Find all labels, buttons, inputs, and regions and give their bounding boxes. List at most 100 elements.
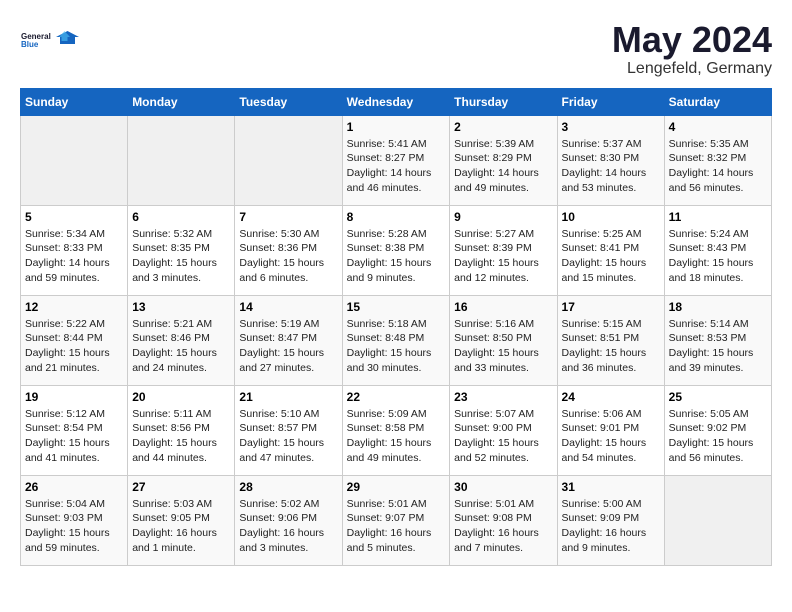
- day-number: 18: [669, 300, 767, 314]
- calendar-cell: 2 Sunrise: 5:39 AMSunset: 8:29 PMDaylight…: [450, 115, 557, 205]
- day-number: 16: [454, 300, 552, 314]
- logo-svg: General Blue: [20, 20, 80, 60]
- week-row-5: 26Sunrise: 5:04 AMSunset: 9:03 PMDayligh…: [21, 475, 772, 565]
- calendar-cell: 5 Sunrise: 5:34 AMSunset: 8:33 PMDaylight…: [21, 205, 128, 295]
- header-row: SundayMondayTuesdayWednesdayThursdayFrid…: [21, 88, 772, 115]
- calendar-table: SundayMondayTuesdayWednesdayThursdayFrid…: [20, 88, 772, 566]
- day-info: Sunrise: 5:21 AMSunset: 8:46 PMDaylight:…: [132, 317, 230, 376]
- day-info: Sunrise: 5:12 AMSunset: 8:54 PMDaylight:…: [25, 407, 123, 466]
- calendar-cell: 14Sunrise: 5:19 AMSunset: 8:47 PMDayligh…: [235, 295, 342, 385]
- logo: General Blue: [20, 20, 80, 60]
- calendar-cell: 29 Sunrise: 5:01 AMSunset: 9:07 PMDayligh…: [342, 475, 450, 565]
- day-number: 30: [454, 480, 552, 494]
- day-info: Sunrise: 5:18 AMSunset: 8:48 PMDaylight:…: [347, 317, 446, 376]
- day-number: 14: [239, 300, 337, 314]
- calendar-cell: 23Sunrise: 5:07 AMSunset: 9:00 PMDayligh…: [450, 385, 557, 475]
- day-info: Sunrise: 5:28 AMSunset: 8:38 PMDaylight:…: [347, 227, 446, 286]
- day-info: Sunrise: 5:03 AMSunset: 9:05 PMDaylight:…: [132, 497, 230, 556]
- day-number: 31: [562, 480, 660, 494]
- day-info: Sunrise: 5:41 AMSunset: 8:27 PMDaylight:…: [347, 137, 446, 196]
- calendar-cell: 1 Sunrise: 5:41 AMSunset: 8:27 PMDaylight…: [342, 115, 450, 205]
- day-number: 27: [132, 480, 230, 494]
- day-number: 21: [239, 390, 337, 404]
- calendar-cell: 13 Sunrise: 5:21 AMSunset: 8:46 PMDayligh…: [128, 295, 235, 385]
- day-number: 2: [454, 120, 552, 134]
- month-title: May 2024: [612, 20, 772, 60]
- day-info: Sunrise: 5:04 AMSunset: 9:03 PMDaylight:…: [25, 497, 123, 556]
- calendar-cell: 16 Sunrise: 5:16 AMSunset: 8:50 PMDayligh…: [450, 295, 557, 385]
- day-number: 3: [562, 120, 660, 134]
- day-number: 17: [562, 300, 660, 314]
- day-info: Sunrise: 5:02 AMSunset: 9:06 PMDaylight:…: [239, 497, 337, 556]
- day-info: Sunrise: 5:32 AMSunset: 8:35 PMDaylight:…: [132, 227, 230, 286]
- calendar-cell: 20Sunrise: 5:11 AMSunset: 8:56 PMDayligh…: [128, 385, 235, 475]
- calendar-cell: 21 Sunrise: 5:10 AMSunset: 8:57 PMDayligh…: [235, 385, 342, 475]
- day-number: 15: [347, 300, 446, 314]
- day-number: 10: [562, 210, 660, 224]
- title-block: May 2024 Lengefeld, Germany: [612, 20, 772, 78]
- day-info: Sunrise: 5:34 AMSunset: 8:33 PMDaylight:…: [25, 227, 123, 286]
- header-monday: Monday: [128, 88, 235, 115]
- header-saturday: Saturday: [664, 88, 771, 115]
- calendar-cell: 26Sunrise: 5:04 AMSunset: 9:03 PMDayligh…: [21, 475, 128, 565]
- calendar-cell: 22Sunrise: 5:09 AMSunset: 8:58 PMDayligh…: [342, 385, 450, 475]
- calendar-cell: 30 Sunrise: 5:01 AMSunset: 9:08 PMDayligh…: [450, 475, 557, 565]
- day-info: Sunrise: 5:37 AMSunset: 8:30 PMDaylight:…: [562, 137, 660, 196]
- day-info: Sunrise: 5:16 AMSunset: 8:50 PMDaylight:…: [454, 317, 552, 376]
- day-number: 24: [562, 390, 660, 404]
- calendar-cell: 4 Sunrise: 5:35 AMSunset: 8:32 PMDaylight…: [664, 115, 771, 205]
- calendar-cell: 3 Sunrise: 5:37 AMSunset: 8:30 PMDaylight…: [557, 115, 664, 205]
- day-info: Sunrise: 5:35 AMSunset: 8:32 PMDaylight:…: [669, 137, 767, 196]
- calendar-cell: 8 Sunrise: 5:28 AMSunset: 8:38 PMDaylight…: [342, 205, 450, 295]
- calendar-cell: 9Sunrise: 5:27 AMSunset: 8:39 PMDaylight…: [450, 205, 557, 295]
- day-number: 6: [132, 210, 230, 224]
- day-info: Sunrise: 5:01 AMSunset: 9:08 PMDaylight:…: [454, 497, 552, 556]
- calendar-cell: 28 Sunrise: 5:02 AMSunset: 9:06 PMDayligh…: [235, 475, 342, 565]
- calendar-cell: [664, 475, 771, 565]
- day-number: 4: [669, 120, 767, 134]
- calendar-cell: 24Sunrise: 5:06 AMSunset: 9:01 PMDayligh…: [557, 385, 664, 475]
- calendar-cell: 11 Sunrise: 5:24 AMSunset: 8:43 PMDayligh…: [664, 205, 771, 295]
- svg-text:Blue: Blue: [21, 40, 39, 49]
- week-row-1: 1 Sunrise: 5:41 AMSunset: 8:27 PMDaylight…: [21, 115, 772, 205]
- day-info: Sunrise: 5:24 AMSunset: 8:43 PMDaylight:…: [669, 227, 767, 286]
- calendar-cell: [21, 115, 128, 205]
- header-tuesday: Tuesday: [235, 88, 342, 115]
- week-row-4: 19 Sunrise: 5:12 AMSunset: 8:54 PMDayligh…: [21, 385, 772, 475]
- calendar-cell: 25 Sunrise: 5:05 AMSunset: 9:02 PMDayligh…: [664, 385, 771, 475]
- header-thursday: Thursday: [450, 88, 557, 115]
- day-number: 19: [25, 390, 123, 404]
- day-info: Sunrise: 5:01 AMSunset: 9:07 PMDaylight:…: [347, 497, 446, 556]
- calendar-cell: [128, 115, 235, 205]
- page-header: General Blue May 2024 Lengefeld, Germany: [20, 20, 772, 78]
- calendar-cell: 18Sunrise: 5:14 AMSunset: 8:53 PMDayligh…: [664, 295, 771, 385]
- calendar-cell: 15 Sunrise: 5:18 AMSunset: 8:48 PMDayligh…: [342, 295, 450, 385]
- calendar-cell: 12Sunrise: 5:22 AMSunset: 8:44 PMDayligh…: [21, 295, 128, 385]
- week-row-3: 12Sunrise: 5:22 AMSunset: 8:44 PMDayligh…: [21, 295, 772, 385]
- day-number: 25: [669, 390, 767, 404]
- day-info: Sunrise: 5:10 AMSunset: 8:57 PMDaylight:…: [239, 407, 337, 466]
- day-info: Sunrise: 5:25 AMSunset: 8:41 PMDaylight:…: [562, 227, 660, 286]
- day-info: Sunrise: 5:22 AMSunset: 8:44 PMDaylight:…: [25, 317, 123, 376]
- calendar-cell: 19 Sunrise: 5:12 AMSunset: 8:54 PMDayligh…: [21, 385, 128, 475]
- day-number: 8: [347, 210, 446, 224]
- day-number: 7: [239, 210, 337, 224]
- day-info: Sunrise: 5:09 AMSunset: 8:58 PMDaylight:…: [347, 407, 446, 466]
- day-info: Sunrise: 5:11 AMSunset: 8:56 PMDaylight:…: [132, 407, 230, 466]
- calendar-cell: 6 Sunrise: 5:32 AMSunset: 8:35 PMDaylight…: [128, 205, 235, 295]
- day-info: Sunrise: 5:39 AMSunset: 8:29 PMDaylight:…: [454, 137, 552, 196]
- day-number: 28: [239, 480, 337, 494]
- calendar-cell: 31 Sunrise: 5:00 AMSunset: 9:09 PMDayligh…: [557, 475, 664, 565]
- day-number: 11: [669, 210, 767, 224]
- calendar-cell: 10 Sunrise: 5:25 AMSunset: 8:41 PMDayligh…: [557, 205, 664, 295]
- day-number: 13: [132, 300, 230, 314]
- calendar-cell: 7Sunrise: 5:30 AMSunset: 8:36 PMDaylight…: [235, 205, 342, 295]
- header-wednesday: Wednesday: [342, 88, 450, 115]
- day-number: 29: [347, 480, 446, 494]
- day-info: Sunrise: 5:07 AMSunset: 9:00 PMDaylight:…: [454, 407, 552, 466]
- day-number: 1: [347, 120, 446, 134]
- day-number: 5: [25, 210, 123, 224]
- location: Lengefeld, Germany: [612, 60, 772, 78]
- day-info: Sunrise: 5:05 AMSunset: 9:02 PMDaylight:…: [669, 407, 767, 466]
- day-info: Sunrise: 5:00 AMSunset: 9:09 PMDaylight:…: [562, 497, 660, 556]
